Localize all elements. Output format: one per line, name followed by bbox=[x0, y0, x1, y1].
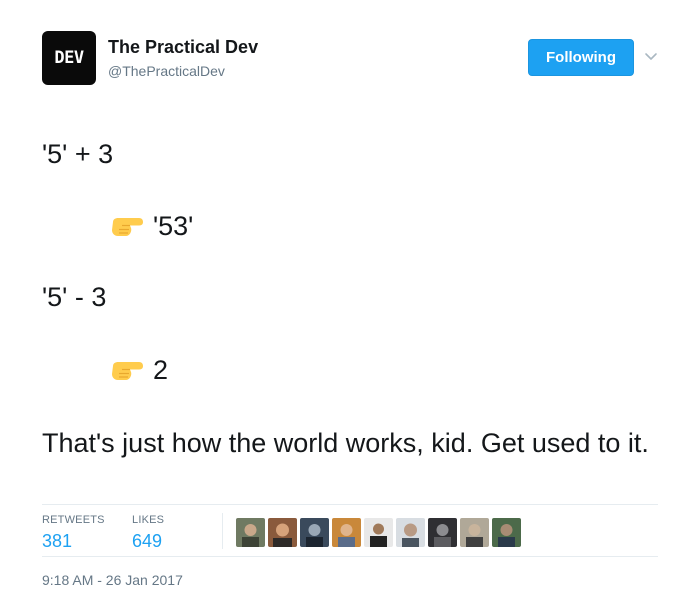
liker-avatar[interactable] bbox=[236, 518, 265, 547]
likes-label: LIKES bbox=[132, 514, 165, 526]
display-name[interactable]: The Practical Dev bbox=[108, 37, 258, 58]
liker-avatar[interactable] bbox=[492, 518, 521, 547]
chevron-down-icon[interactable] bbox=[643, 48, 659, 64]
tweet-line-expression-1: '5' + 3 bbox=[42, 139, 114, 169]
retweets-label: RETWEETS bbox=[42, 514, 105, 526]
tweet-result-row-2: 2 bbox=[109, 355, 168, 386]
tweet-result-row-1: '53' bbox=[109, 211, 193, 242]
liker-avatar[interactable] bbox=[396, 518, 425, 547]
liker-avatar[interactable] bbox=[460, 518, 489, 547]
tweet-result-2: 2 bbox=[153, 355, 169, 385]
tweet-sentence: That's just how the world works, kid. Ge… bbox=[42, 428, 649, 458]
avatar[interactable]: DEV bbox=[42, 31, 96, 85]
likes-count: 649 bbox=[132, 531, 163, 551]
stats-separator bbox=[222, 513, 223, 549]
pointing-right-icon bbox=[112, 361, 143, 380]
liker-avatars bbox=[236, 518, 521, 547]
liker-avatar[interactable] bbox=[300, 518, 329, 547]
liker-avatar[interactable] bbox=[268, 518, 297, 547]
divider-bottom bbox=[42, 556, 658, 557]
tweet-timestamp[interactable]: 9:18 AM - 26 Jan 2017 bbox=[42, 572, 183, 588]
retweets-stat[interactable]: RETWEETS 381 bbox=[42, 514, 105, 552]
divider-top bbox=[42, 504, 658, 505]
retweets-count: 381 bbox=[42, 531, 73, 551]
tweet-line-expression-2: '5' - 3 bbox=[42, 282, 107, 312]
following-button[interactable]: Following bbox=[528, 39, 634, 76]
tweet-result-1: '53' bbox=[153, 211, 194, 241]
pointing-right-icon bbox=[112, 217, 143, 236]
likes-stat[interactable]: LIKES 649 bbox=[132, 514, 164, 552]
avatar-logo-text: DEV bbox=[54, 48, 84, 68]
screen-name[interactable]: @ThePracticalDev bbox=[108, 63, 225, 79]
liker-avatar[interactable] bbox=[364, 518, 393, 547]
liker-avatar[interactable] bbox=[332, 518, 361, 547]
liker-avatar[interactable] bbox=[428, 518, 457, 547]
